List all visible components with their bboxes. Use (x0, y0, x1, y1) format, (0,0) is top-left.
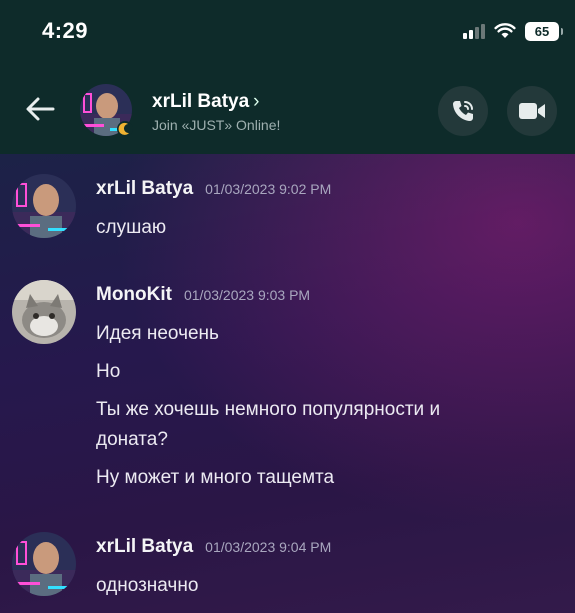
chevron-right-icon: › (253, 91, 260, 112)
phone-call-icon (453, 101, 473, 121)
battery-icon: 65 (525, 21, 563, 41)
chat-header: xrLil Batya › Join «JUST» Online! (0, 66, 575, 154)
avatar-image (12, 174, 76, 238)
author-name[interactable]: xrLil Batya (96, 536, 193, 558)
message-text[interactable]: Идея неочень (96, 320, 219, 347)
message-group: MonoKit 01/03/2023 9:03 PM Идея неочень … (0, 280, 575, 500)
video-call-button[interactable] (507, 86, 557, 136)
video-call-icon (519, 103, 545, 119)
back-arrow-icon (26, 97, 55, 121)
message-text[interactable]: слушаю (96, 214, 166, 241)
chat-title[interactable]: xrLil Batya › (152, 91, 259, 113)
message-timestamp: 01/03/2023 9:04 PM (205, 539, 332, 555)
voice-call-button[interactable] (438, 86, 488, 136)
message-header: xrLil Batya 01/03/2023 9:04 PM (96, 536, 331, 558)
message-header: xrLil Batya 01/03/2023 9:02 PM (96, 178, 331, 200)
message-text[interactable]: однозначно (96, 572, 198, 599)
avatar[interactable] (12, 532, 76, 596)
message-timestamp: 01/03/2023 9:03 PM (183, 287, 311, 303)
message-timestamp: 01/03/2023 9:02 PM (205, 181, 332, 197)
avatar-image (80, 84, 133, 137)
avatar[interactable] (12, 280, 76, 344)
avatar[interactable] (12, 174, 76, 238)
wifi-icon (494, 23, 516, 38)
message-header: MonoKit 01/03/2023 9:03 PM (96, 284, 310, 306)
status-icons: 65 (463, 20, 563, 42)
header-avatar[interactable] (80, 84, 133, 137)
chat-title-text: xrLil Batya (152, 91, 250, 112)
author-name[interactable]: xrLil Batya (96, 178, 193, 200)
message-group: xrLil Batya 01/03/2023 9:04 PM однозначн… (0, 532, 575, 612)
avatar-image (12, 532, 76, 596)
status-time: 4:29 (42, 18, 89, 43)
battery-level: 65 (534, 23, 550, 39)
message-group: xrLil Batya 01/03/2023 9:02 PM слушаю (0, 174, 575, 254)
status-bar: 4:29 65 (0, 0, 575, 66)
cellular-signal-icon (463, 23, 485, 39)
custom-status: Join «JUST» Online! (152, 117, 281, 133)
author-name[interactable]: MonoKit (96, 284, 172, 306)
message-text[interactable]: Ты же хочешь немного популярности и (96, 396, 440, 423)
avatar-image (12, 280, 76, 344)
message-text[interactable]: Но (96, 358, 120, 385)
back-button[interactable] (22, 91, 58, 127)
message-text[interactable]: Ну может и много тащемта (96, 464, 334, 491)
message-text[interactable]: доната? (96, 426, 168, 453)
message-list[interactable]: xrLil Batya 01/03/2023 9:02 PM слушаю Mo… (0, 154, 575, 613)
